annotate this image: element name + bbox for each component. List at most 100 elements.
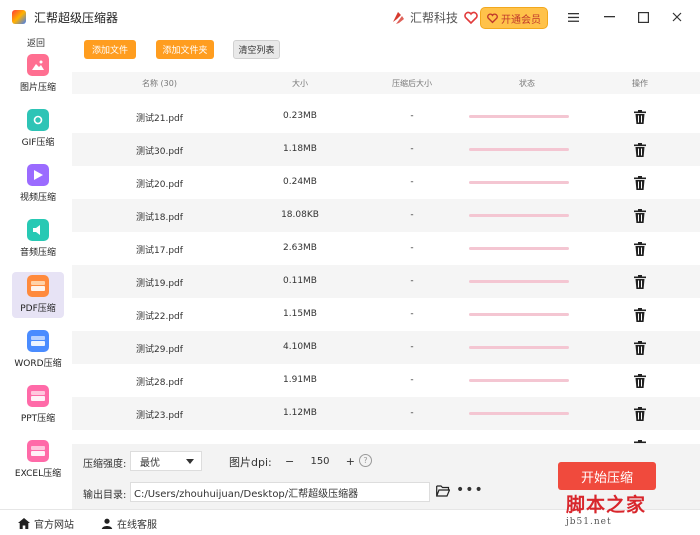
close-icon[interactable] xyxy=(669,8,685,26)
sidebar-item-label: PPT压缩 xyxy=(20,414,56,424)
file-size: 4.10MB xyxy=(283,342,317,352)
trash-icon[interactable] xyxy=(634,176,646,190)
dpi-decrement-button[interactable]: − xyxy=(285,455,294,468)
file-name: 测试30.pdf xyxy=(136,147,183,157)
table-row[interactable]: 测试28.pdf 1.91MB - xyxy=(72,364,700,397)
clear-list-button[interactable]: 清空列表 xyxy=(233,40,280,59)
column-header-compressed[interactable]: 压缩后大小 xyxy=(372,78,452,89)
trash-icon[interactable] xyxy=(634,275,646,289)
progress-bar xyxy=(469,346,569,349)
sidebar-item-audio[interactable]: 音频压缩 xyxy=(12,216,64,262)
sidebar-item-label: 视频压缩 xyxy=(19,193,56,203)
trash-icon[interactable] xyxy=(634,143,646,157)
trash-icon[interactable] xyxy=(634,242,646,256)
table-row[interactable]: 测试29.pdf 4.10MB - xyxy=(72,331,700,364)
back-button[interactable]: 返回 xyxy=(0,36,72,49)
table-row-partial[interactable] xyxy=(72,430,700,444)
minimize-icon[interactable] xyxy=(601,8,617,26)
dpi-value[interactable]: 150 xyxy=(310,456,329,467)
menu-icon[interactable] xyxy=(565,8,581,26)
table-row[interactable]: 测试18.pdf 18.08KB - xyxy=(72,199,700,232)
official-website-label: 官方网站 xyxy=(34,520,74,531)
vip-button[interactable]: 开通会员 xyxy=(480,7,548,29)
file-size: 0.11MB xyxy=(283,276,317,286)
file-size: 0.23MB xyxy=(283,111,317,121)
watermark-sub: jb51.net xyxy=(566,517,612,527)
table-header: 名称 (30) 大小 压缩后大小 状态 操作 xyxy=(72,72,700,94)
sidebar-item-label: GIF压缩 xyxy=(21,138,55,148)
progress-bar xyxy=(469,181,569,184)
dpi-increment-button[interactable]: + xyxy=(346,455,355,468)
add-file-button[interactable]: 添加文件 xyxy=(84,40,136,59)
table-row[interactable]: 测试20.pdf 0.24MB - xyxy=(72,166,700,199)
trash-icon[interactable] xyxy=(634,308,646,322)
table-row[interactable]: 测试21.pdf 0.23MB - xyxy=(72,100,700,133)
file-size: 0.24MB xyxy=(283,177,317,187)
strength-select[interactable]: 最优 xyxy=(130,451,202,471)
start-compress-button[interactable]: 开始压缩 xyxy=(558,462,656,490)
table-row[interactable]: 测试23.pdf 1.12MB - xyxy=(72,397,700,430)
file-name: 测试19.pdf xyxy=(136,279,183,289)
sidebar-item-pdf[interactable]: PDF压缩 xyxy=(12,272,64,318)
trash-icon[interactable] xyxy=(634,407,646,421)
column-header-name[interactable]: 名称 (30) xyxy=(112,78,207,89)
progress-bar xyxy=(469,379,569,382)
compressed-size: - xyxy=(410,309,414,319)
compressed-size: - xyxy=(410,177,414,187)
sidebar-item-gif[interactable]: GIF压缩 xyxy=(12,106,64,152)
file-size: 1.15MB xyxy=(283,309,317,319)
sidebar-item-label: 音频压缩 xyxy=(19,248,56,258)
output-path-input[interactable]: C:/Users/zhouhuijuan/Desktop/汇帮超级压缩器 xyxy=(130,482,430,502)
progress-bar xyxy=(469,247,569,250)
compressed-size: - xyxy=(410,111,414,121)
word-icon xyxy=(27,330,49,352)
dpi-label: 图片dpi: xyxy=(229,456,272,469)
image-icon xyxy=(27,54,49,76)
sidebar-item-ppt[interactable]: PPT压缩 xyxy=(12,382,64,428)
compressed-size: - xyxy=(410,210,414,220)
file-size: 1.12MB xyxy=(283,408,317,418)
sidebar-item-image[interactable]: 图片压缩 xyxy=(12,51,64,97)
trash-icon[interactable] xyxy=(634,374,646,388)
watermark-main: 脚本之家 xyxy=(566,494,647,516)
file-size: 1.91MB xyxy=(283,375,317,385)
audio-icon xyxy=(27,219,49,241)
trash-icon[interactable] xyxy=(634,209,646,223)
sidebar-item-excel[interactable]: EXCEL压缩 xyxy=(12,437,64,483)
progress-bar xyxy=(469,412,569,415)
compressed-size: - xyxy=(410,243,414,253)
table-row[interactable]: 测试19.pdf 0.11MB - xyxy=(72,265,700,298)
app-logo-icon xyxy=(12,10,26,24)
help-icon[interactable]: ? xyxy=(359,454,372,467)
ppt-icon xyxy=(27,385,49,407)
sidebar-item-label: PDF压缩 xyxy=(20,304,56,314)
online-support-link[interactable]: 在线客服 xyxy=(101,516,157,531)
trash-icon[interactable] xyxy=(634,110,646,124)
table-row[interactable]: 测试30.pdf 1.18MB - xyxy=(72,133,700,166)
compressed-size: - xyxy=(410,375,414,385)
file-name: 测试22.pdf xyxy=(136,312,183,322)
maximize-icon[interactable] xyxy=(635,8,651,26)
column-header-status: 状态 xyxy=(519,79,535,88)
column-header-action: 操作 xyxy=(632,79,648,88)
trash-icon[interactable] xyxy=(634,341,646,355)
sidebar-item-word[interactable]: WORD压缩 xyxy=(12,327,64,373)
title-bar: 汇帮超级压缩器 汇帮科技 开通会员 xyxy=(0,0,700,34)
strength-value: 最优 xyxy=(140,457,160,469)
add-folder-button[interactable]: 添加文件夹 xyxy=(156,40,214,59)
file-name: 测试21.pdf xyxy=(136,114,183,124)
table-row[interactable]: 测试17.pdf 2.63MB - xyxy=(72,232,700,265)
official-website-link[interactable]: 官方网站 xyxy=(18,516,74,531)
brand: 汇帮科技 xyxy=(390,9,478,26)
table-row[interactable]: 测试22.pdf 1.15MB - xyxy=(72,298,700,331)
sidebar-item-video[interactable]: 视频压缩 xyxy=(12,161,64,207)
file-name: 测试29.pdf xyxy=(136,345,183,355)
vip-heart-icon[interactable] xyxy=(464,11,478,25)
sidebar: 返回 图片压缩 GIF压缩 视频压缩 音频压缩 PDF压缩 WORD压缩 PPT… xyxy=(0,34,72,509)
app-title: 汇帮超级压缩器 xyxy=(34,10,119,25)
folder-open-icon[interactable] xyxy=(436,485,450,497)
home-icon xyxy=(18,518,30,529)
compressed-size: - xyxy=(410,408,414,418)
column-header-size[interactable]: 大小 xyxy=(272,78,328,89)
more-options-icon[interactable]: ••• xyxy=(456,482,484,498)
